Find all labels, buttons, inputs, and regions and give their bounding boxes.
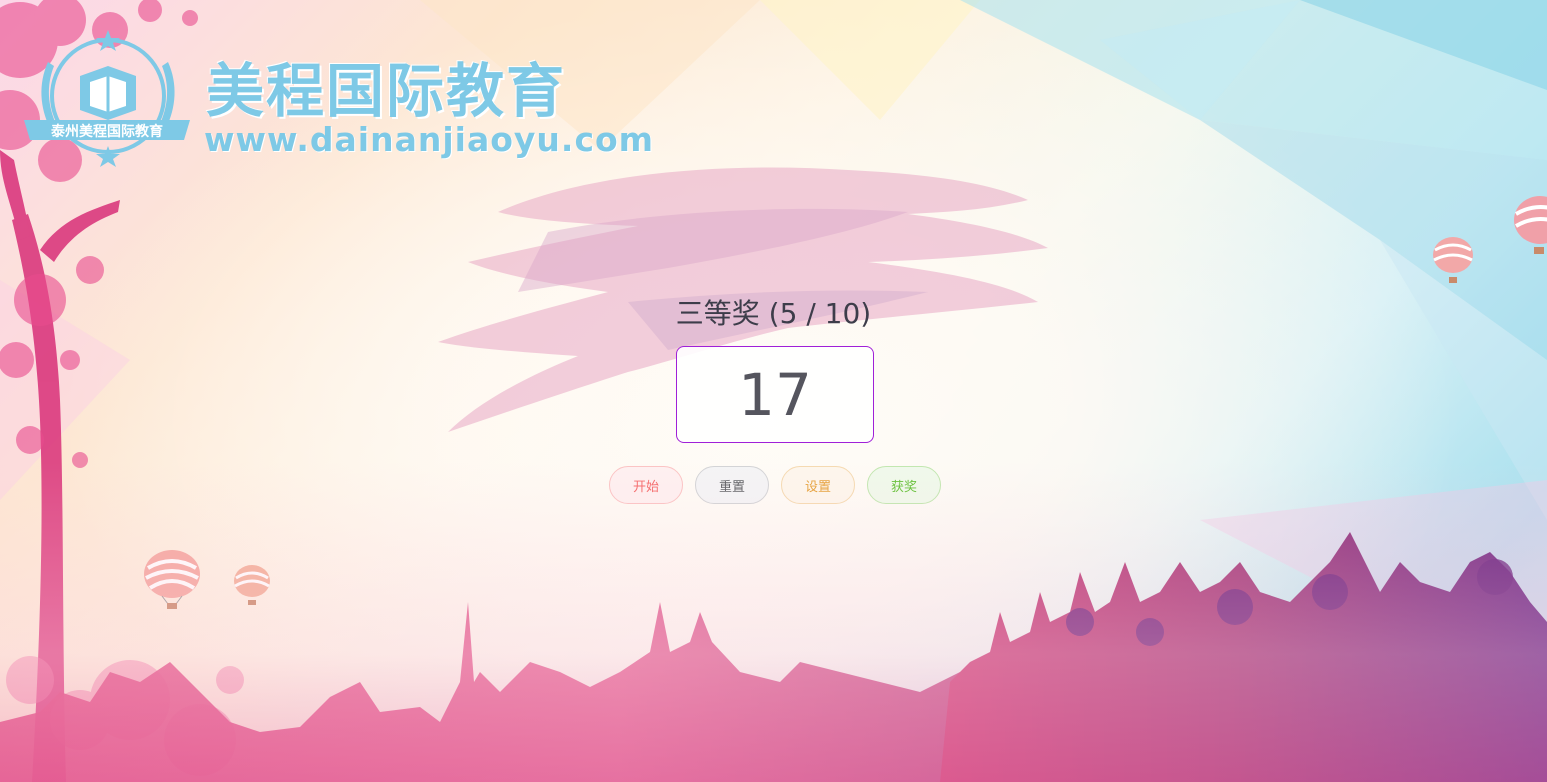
winners-button[interactable]: 获奖 xyxy=(867,466,941,504)
book-shield-icon: 泰州美程国际教育 xyxy=(24,30,190,167)
brand-url: www.dainanjiaoyu.com xyxy=(204,120,655,159)
city-skyline-and-crowd xyxy=(0,532,1547,782)
start-button[interactable]: 开始 xyxy=(609,466,683,504)
control-buttons: 开始 重置 设置 获奖 xyxy=(609,466,949,506)
badge-text: 泰州美程国际教育 xyxy=(50,123,163,140)
lottery-screen: 泰州美程国际教育 美程国际教育 www.dainanjiaoyu.com 三等奖… xyxy=(0,0,1547,782)
prize-level-label: 三等奖 (5 / 10) xyxy=(675,297,872,330)
reset-button[interactable]: 重置 xyxy=(695,466,769,504)
hot-air-balloon-icon xyxy=(1514,196,1547,254)
brand-logo: 泰州美程国际教育 美程国际教育 www.dainanjiaoyu.com xyxy=(20,28,653,178)
settings-button[interactable]: 设置 xyxy=(781,466,855,504)
drawn-number-display: 17 xyxy=(676,346,874,443)
brand-title: 美程国际教育 xyxy=(206,57,567,125)
hot-air-balloon-icon xyxy=(1433,237,1473,283)
